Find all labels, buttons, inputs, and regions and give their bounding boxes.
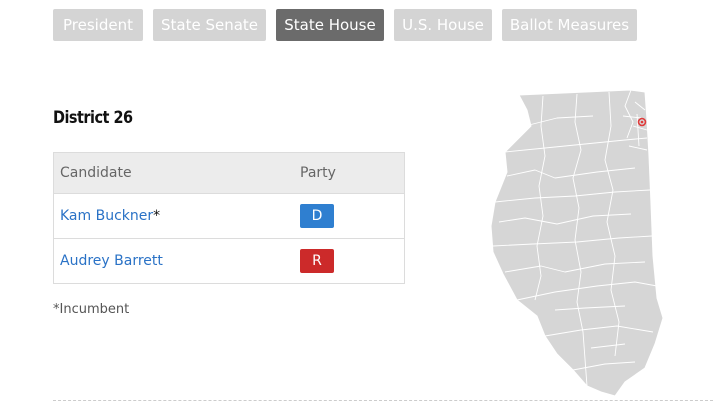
candidate-link[interactable]: Kam Buckner — [60, 208, 153, 224]
incumbent-marker: * — [153, 208, 161, 224]
table-header-row: Candidate Party — [53, 152, 405, 194]
candidate-cell: Audrey Barrett — [54, 239, 301, 284]
candidate-column-header: Candidate — [60, 165, 132, 181]
tab-us-house[interactable]: U.S. House — [394, 9, 492, 41]
illinois-district-map — [490, 89, 664, 397]
tab-president[interactable]: President — [53, 9, 143, 41]
tab-state-house[interactable]: State House — [276, 9, 384, 41]
tab-ballot-measures[interactable]: Ballot Measures — [502, 9, 637, 41]
incumbent-footnote: *Incumbent — [53, 302, 130, 317]
table-row: Kam Buckner* D — [53, 193, 405, 239]
candidates-table: Candidate Party Kam Buckner* D Audrey Ba… — [53, 152, 405, 284]
party-cell: R — [300, 239, 405, 284]
district-title: District 26 — [53, 108, 133, 128]
party-badge-dem: D — [300, 204, 334, 228]
state-outline — [490, 89, 664, 397]
tab-state-senate[interactable]: State Senate — [153, 9, 266, 41]
party-column-header: Party — [300, 165, 336, 181]
district-26-marker-dot — [640, 120, 644, 124]
party-cell: D — [300, 194, 405, 239]
candidate-cell: Kam Buckner* — [54, 194, 301, 239]
candidate-link[interactable]: Audrey Barrett — [60, 253, 163, 269]
party-badge-rep: R — [300, 249, 334, 273]
table-row: Audrey Barrett R — [53, 238, 405, 284]
